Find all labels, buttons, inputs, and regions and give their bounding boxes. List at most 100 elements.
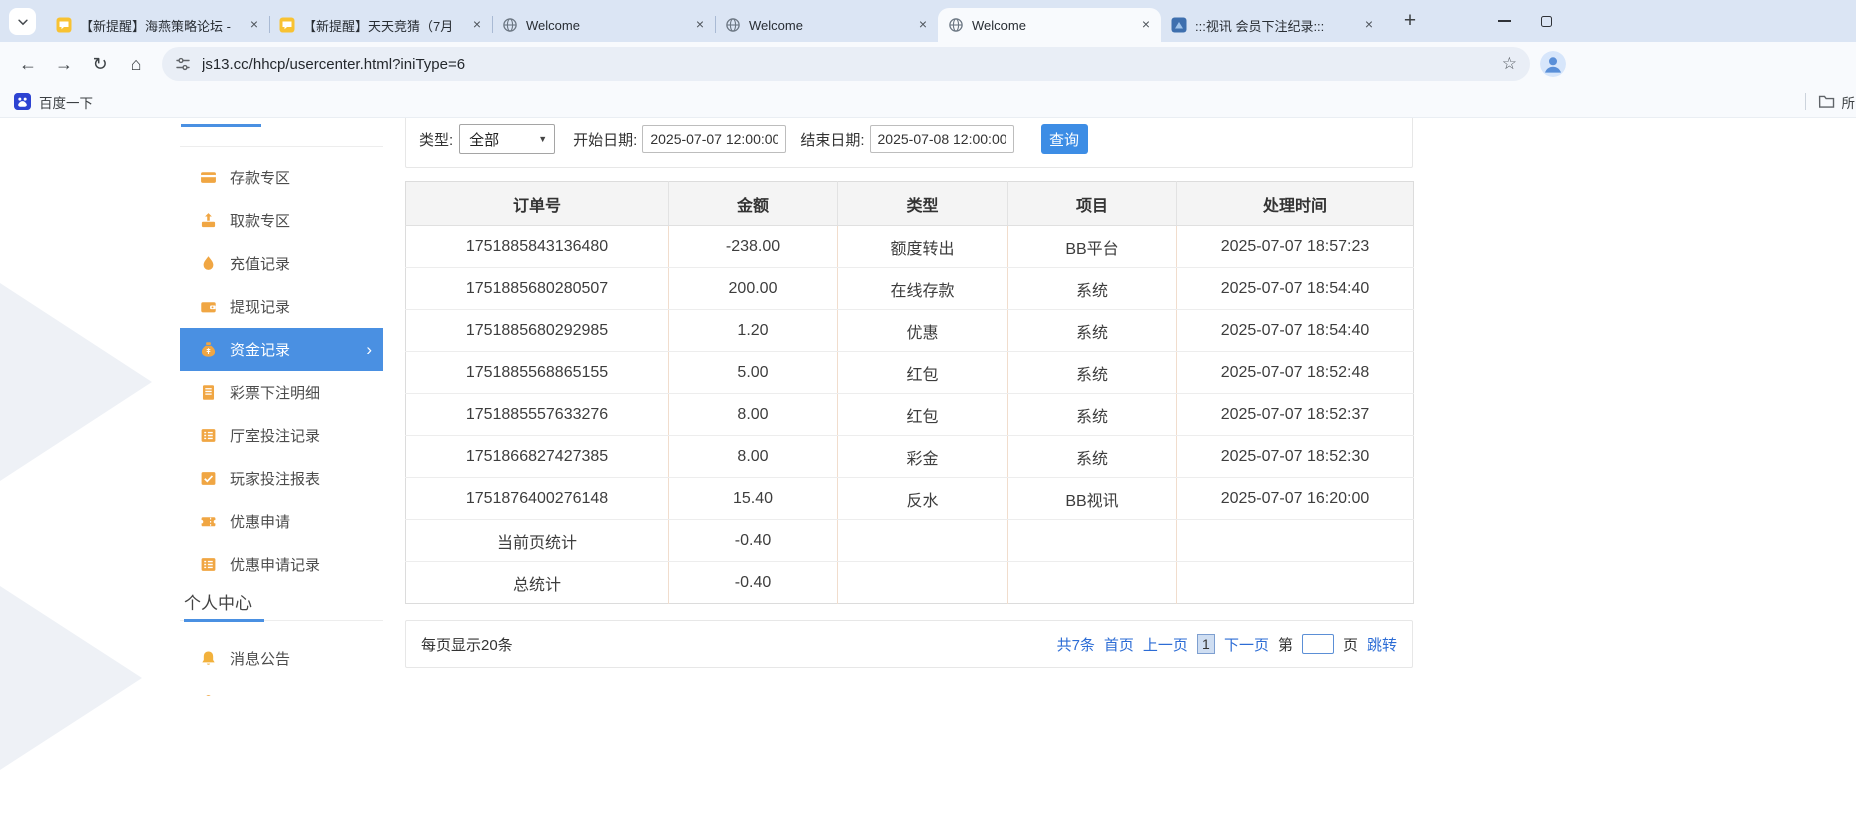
tab-close-button[interactable]: × [468, 16, 486, 34]
sidebar-item[interactable]: 取款专区 [180, 199, 383, 242]
table-cell: 在线存款 [838, 268, 1008, 310]
table-cell: 1751885843136480 [406, 226, 669, 268]
user-icon [200, 693, 217, 696]
sidebar-item[interactable] [180, 680, 383, 696]
search-button[interactable]: 查询 [1041, 124, 1088, 154]
reload-button[interactable]: ↻ [82, 47, 118, 81]
table-cell [1177, 520, 1414, 562]
bookmark-star-icon[interactable]: ☆ [1502, 54, 1517, 74]
table-row: 17518856802929851.20优惠系统2025-07-07 18:54… [406, 310, 1414, 352]
doc-icon [200, 384, 217, 401]
url-text[interactable]: js13.cc/hhcp/usercenter.html?iniType=6 [202, 56, 1502, 73]
new-tab-button[interactable]: + [1396, 8, 1424, 36]
chat-yellow-icon [56, 17, 72, 33]
table-cell: 系统 [1008, 394, 1177, 436]
table-cell: 系统 [1008, 268, 1177, 310]
table-cell: 2025-07-07 18:57:23 [1177, 226, 1414, 268]
window-maximize-button[interactable] [1526, 0, 1566, 42]
browser-tab[interactable]: Welcome× [938, 8, 1161, 42]
table-cell: 2025-07-07 18:52:37 [1177, 394, 1414, 436]
type-select[interactable]: 全部 ▼ [459, 124, 555, 154]
forward-button[interactable]: → [46, 47, 82, 81]
browser-tab[interactable]: Welcome× [715, 8, 938, 42]
tab-title: Welcome [749, 18, 914, 33]
window-minimize-button[interactable] [1484, 0, 1524, 42]
table-cell: 1751876400276148 [406, 478, 669, 520]
end-date-label: 结束日期: [800, 129, 864, 150]
jump-button[interactable]: 跳转 [1367, 634, 1397, 655]
back-button[interactable]: ← [10, 47, 46, 81]
sidebar-item[interactable]: 充值记录 [180, 242, 383, 285]
sidebar-item[interactable]: 优惠申请 [180, 500, 383, 543]
table-cell: BB平台 [1008, 226, 1177, 268]
address-bar[interactable]: js13.cc/hhcp/usercenter.html?iniType=6 ☆ [162, 47, 1530, 81]
tab-close-button[interactable]: × [1360, 16, 1378, 34]
browser-tab[interactable]: 【新提醒】天天竞猜（7月× [269, 8, 492, 42]
table-cell: 系统 [1008, 436, 1177, 478]
all-bookmarks-label[interactable]: 所 [1842, 92, 1856, 112]
page-size-text: 每页显示20条 [421, 634, 513, 655]
sidebar-item[interactable]: 提现记录 [180, 285, 383, 328]
browser-toolbar: ← → ↻ ⌂ js13.cc/hhcp/usercenter.html?ini… [0, 42, 1856, 86]
table-cell [838, 562, 1008, 604]
table-row: 总统计-0.40 [406, 562, 1414, 604]
jump-page-input[interactable] [1302, 634, 1334, 654]
sidebar-item[interactable]: 玩家投注报表 [180, 457, 383, 500]
column-header: 项目 [1008, 182, 1177, 226]
end-date-input[interactable] [870, 125, 1014, 153]
divider [180, 146, 383, 147]
globe-icon [502, 17, 518, 33]
table-row: 1751885680280507200.00在线存款系统2025-07-07 1… [406, 268, 1414, 310]
table-cell: 红包 [838, 352, 1008, 394]
content-frame: 财务中心 存款专区取款专区充值记录提现记录资金记录›彩票下注明细厅室投注记录玩家… [0, 118, 1856, 696]
sidebar-item-label: 资金记录 [230, 339, 290, 360]
column-header: 处理时间 [1177, 182, 1414, 226]
sidebar-item-label: 消息公告 [230, 648, 290, 669]
table-cell: 1751885557633276 [406, 394, 669, 436]
table-cell: 1751885680280507 [406, 268, 669, 310]
tab-close-button[interactable]: × [245, 16, 263, 34]
browser-tab[interactable]: :::视讯 会员下注纪录:::× [1161, 8, 1384, 42]
table-cell: 2025-07-07 18:52:30 [1177, 436, 1414, 478]
table-cell: 优惠 [838, 310, 1008, 352]
tab-close-button[interactable]: × [914, 16, 932, 34]
web-page: 财务中心 存款专区取款专区充值记录提现记录资金记录›彩票下注明细厅室投注记录玩家… [0, 118, 1856, 824]
sidebar-item[interactable]: 消息公告 [180, 637, 383, 680]
tab-close-button[interactable]: × [691, 16, 709, 34]
sidebar-item[interactable]: 厅室投注记录 [180, 414, 383, 457]
tab-close-button[interactable]: × [1137, 16, 1155, 34]
browser-tab[interactable]: Welcome× [492, 8, 715, 42]
moneybag-icon [200, 341, 217, 358]
sidebar-menu-personal: 消息公告 [180, 637, 383, 696]
tab-title: Welcome [526, 18, 691, 33]
list-icon [200, 427, 217, 444]
next-page-link[interactable]: 下一页 [1224, 634, 1269, 655]
site-settings-icon[interactable] [175, 56, 191, 72]
current-page-badge[interactable]: 1 [1197, 634, 1215, 654]
tab-search-button[interactable] [9, 8, 36, 35]
start-date-input[interactable] [642, 125, 786, 153]
folder-icon[interactable] [1818, 93, 1835, 110]
sidebar-item[interactable]: 存款专区 [180, 156, 383, 199]
table-cell: 8.00 [669, 394, 838, 436]
tab-list: 【新提醒】海燕策略论坛 -×【新提醒】天天竞猜（7月×Welcome×Welco… [46, 8, 1384, 42]
profile-avatar[interactable] [1540, 51, 1566, 77]
sidebar-item[interactable]: 优惠申请记录 [180, 543, 383, 586]
first-page-link[interactable]: 首页 [1104, 634, 1134, 655]
table-cell: 系统 [1008, 310, 1177, 352]
table-cell: 2025-07-07 18:52:48 [1177, 352, 1414, 394]
sidebar-item[interactable]: 彩票下注明细 [180, 371, 383, 414]
prev-page-link[interactable]: 上一页 [1143, 634, 1188, 655]
bookmark-item-baidu[interactable]: 百度一下 [14, 86, 93, 117]
table-cell: 15.40 [669, 478, 838, 520]
browser-tab[interactable]: 【新提醒】海燕策略论坛 -× [46, 8, 269, 42]
home-button[interactable]: ⌂ [118, 47, 154, 81]
jump-prefix-label: 第 [1278, 634, 1293, 655]
column-header: 订单号 [406, 182, 669, 226]
sidebar-item[interactable]: 资金记录› [180, 328, 383, 371]
sidebar-item-label: 玩家投注报表 [230, 468, 320, 489]
sidebar-item-label: 厅室投注记录 [230, 425, 320, 446]
sidebar-item-label: 取款专区 [230, 210, 290, 231]
sidebar-item-label: 优惠申请记录 [230, 554, 320, 575]
bell-icon [200, 650, 217, 667]
